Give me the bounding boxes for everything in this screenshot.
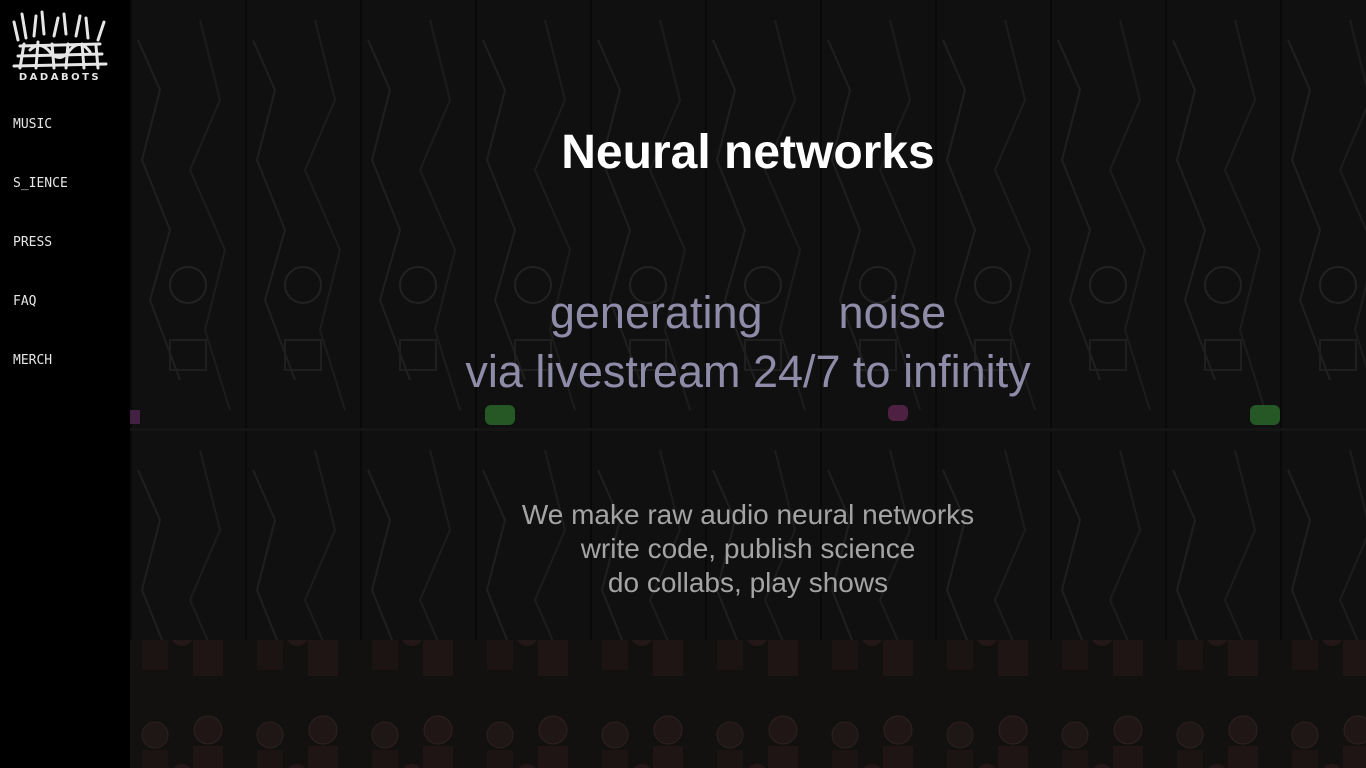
tagline-line1: generating noise (130, 283, 1366, 342)
dadabots-logo-icon (12, 10, 108, 70)
main-nav: MUSIC S_IENCE PRESS FAQ MERCH (13, 117, 68, 412)
nav-item-science[interactable]: S_IENCE (13, 176, 68, 235)
dadabots-logo[interactable]: DADABOTS (10, 10, 110, 86)
tagline-word-noise: noise (838, 287, 947, 338)
description-line2: write code, publish science (580, 533, 916, 564)
page-title: Neural networks (561, 126, 935, 179)
nav-item-music[interactable]: MUSIC (13, 117, 68, 176)
tagline-word-generating: generating (549, 287, 763, 338)
nav-item-merch[interactable]: MERCH (13, 353, 68, 412)
nav-item-press[interactable]: PRESS (13, 235, 68, 294)
tagline: generating noise via livestream 24/7 to i… (130, 283, 1366, 401)
tagline-line2: via livestream 24/7 to infinity (465, 346, 1031, 397)
sidebar: DADABOTS MUSIC S_IENCE PRESS FAQ MERCH (0, 0, 130, 768)
description-line1: We make raw audio neural networks (521, 499, 975, 530)
description: We make raw audio neural networks write … (130, 498, 1366, 600)
main-content: Neural networks generating noise via live… (130, 0, 1366, 768)
logo-wordmark: DADABOTS (18, 72, 102, 83)
description-line3: do collabs, play shows (607, 567, 889, 598)
nav-item-faq[interactable]: FAQ (13, 294, 68, 353)
